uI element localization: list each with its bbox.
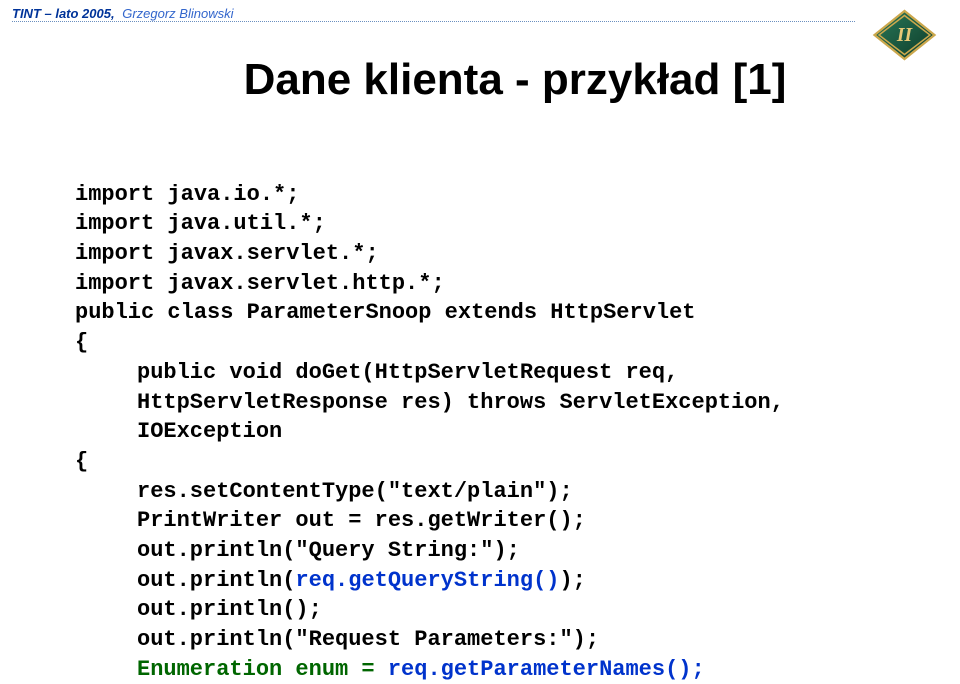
code-line: out.println("Request Parameters:");	[75, 627, 599, 652]
course-name: TINT – lato 2005,	[12, 6, 115, 21]
code-line: import java.io.*;	[75, 182, 299, 207]
code-highlight: req.getQueryString()	[295, 568, 559, 593]
header-left: TINT – lato 2005, Grzegorz Blinowski	[12, 6, 233, 21]
author-name: Grzegorz Blinowski	[122, 6, 233, 21]
code-line: out.println();	[75, 597, 322, 622]
code-line: out.println(req.getQueryString());	[75, 568, 586, 593]
code-line: public void doGet(HttpServletRequest req…	[75, 360, 678, 385]
code-line: out.println("Query String:");	[75, 538, 520, 563]
code-line: public class ParameterSnoop extends Http…	[75, 300, 696, 325]
code-line: {	[75, 449, 88, 474]
code-line: import javax.servlet.http.*;	[75, 271, 445, 296]
code-line: res.setContentType("text/plain");	[75, 479, 573, 504]
code-line: HttpServletResponse res) throws ServletE…	[75, 390, 784, 415]
code-text: );	[559, 568, 585, 593]
code-line: PrintWriter out = res.getWriter();	[75, 508, 586, 533]
slide-header: TINT – lato 2005, Grzegorz Blinowski	[0, 0, 960, 30]
header-divider	[12, 21, 855, 22]
page-title: Dane klienta - przykład [1]	[0, 55, 960, 105]
code-block: import java.io.*; import java.util.*; im…	[75, 150, 784, 684]
code-line: {	[75, 330, 88, 355]
code-line: IOException	[75, 419, 282, 444]
svg-text:II: II	[896, 25, 914, 46]
code-line: import java.util.*;	[75, 211, 326, 236]
code-line: import javax.servlet.*;	[75, 241, 379, 266]
code-text: out.println(	[137, 568, 295, 593]
